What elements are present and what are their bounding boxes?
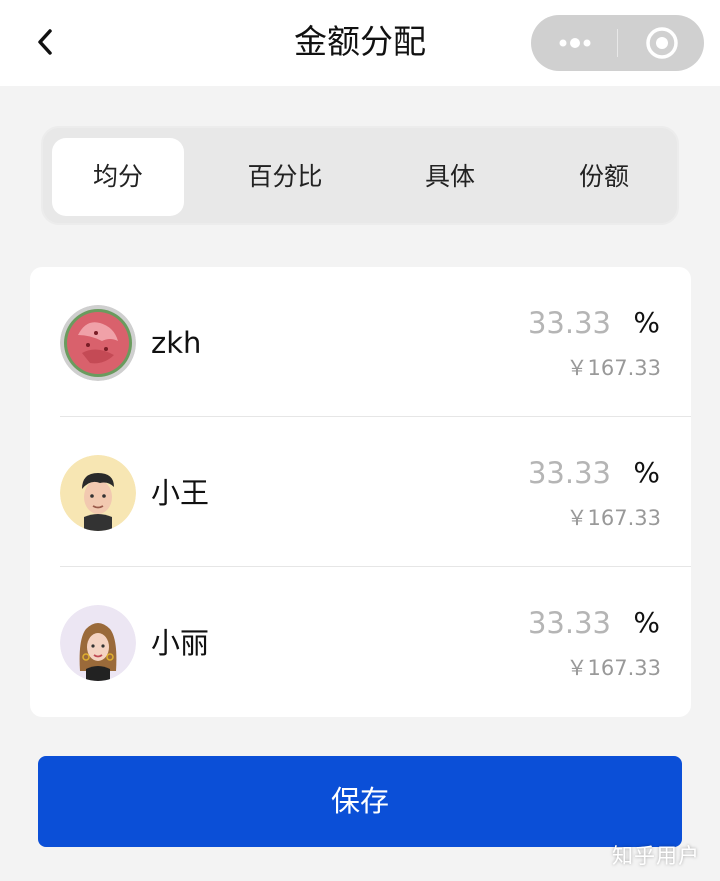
man-avatar-icon — [60, 455, 136, 531]
amount-value: ￥167.33 — [566, 656, 661, 680]
tab-equal[interactable]: 均分 — [52, 138, 184, 216]
avatar — [60, 455, 136, 531]
member-name: 小丽 — [151, 626, 210, 660]
amount-value: ￥167.33 — [566, 506, 661, 530]
percentage-input[interactable]: 33.33 — [491, 603, 611, 643]
avatar — [60, 305, 136, 381]
list-item: zkh 33.33 % ￥167.33 — [30, 267, 691, 417]
member-list: zkh 33.33 % ￥167.33 小王 33.33 % ￥167.33 小… — [30, 267, 691, 717]
tab-percentage[interactable]: 百分比 — [220, 138, 350, 216]
woman-avatar-icon — [60, 605, 136, 681]
save-button[interactable]: 保存 — [38, 756, 682, 847]
more-button[interactable] — [531, 15, 617, 71]
more-dots-icon — [559, 38, 591, 48]
member-name: 小王 — [151, 476, 210, 510]
avatar — [60, 605, 136, 681]
list-item: 小王 33.33 % ￥167.33 — [30, 417, 691, 567]
mini-program-capsule — [531, 15, 704, 71]
percentage-input[interactable]: 33.33 — [491, 303, 611, 343]
percentage-input[interactable]: 33.33 — [491, 453, 611, 493]
watermark: 知乎用户 — [612, 844, 700, 868]
list-item: 小丽 33.33 % ￥167.33 — [30, 567, 691, 717]
member-name: zkh — [151, 326, 202, 360]
tab-shares[interactable]: 份额 — [539, 138, 669, 216]
close-mini-program-button[interactable] — [618, 15, 704, 71]
percent-unit: % — [633, 306, 660, 339]
percent-unit: % — [633, 606, 660, 639]
tab-specific[interactable]: 具体 — [385, 138, 515, 216]
target-close-icon — [646, 27, 678, 59]
watermelon-avatar-icon — [60, 305, 136, 381]
navigation-bar: 金额分配 — [0, 0, 720, 86]
amount-value: ￥167.33 — [566, 356, 661, 380]
percent-unit: % — [633, 456, 660, 489]
split-mode-segmented-control: 均分 百分比 具体 份额 — [41, 126, 679, 225]
